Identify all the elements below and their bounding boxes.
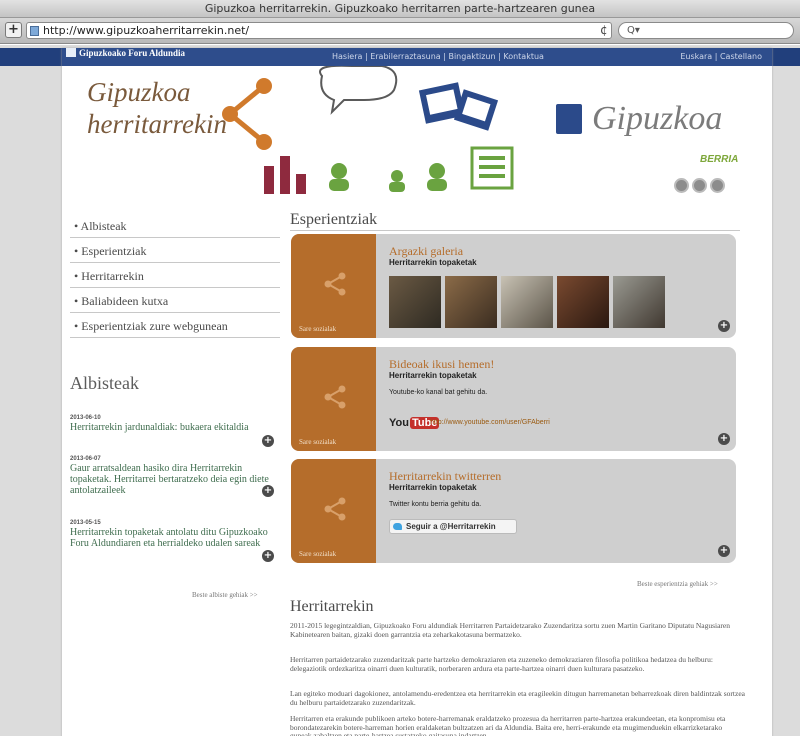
plus-icon[interactable]: + [718, 545, 730, 557]
news-date: 2013-06-10 [70, 415, 101, 421]
news-item[interactable]: 2013-06-10 Herritarrekin jardunaldiak: b… [70, 414, 275, 433]
news-item[interactable]: 2013-05-15 Herritarrekin topaketak antol… [70, 519, 275, 549]
news-date: 2013-05-15 [70, 520, 101, 526]
news-title[interactable]: Herritarrekin topaketak antolatu ditu Gi… [70, 527, 275, 549]
news-heading: Albisteak [70, 373, 139, 393]
card-title[interactable]: Argazki galeria [389, 244, 463, 259]
reload-icon[interactable]: ¢ [600, 22, 608, 39]
share-icon [324, 272, 346, 296]
more-experiences-link[interactable]: Beste esperientzia gehiak >> [637, 580, 718, 588]
more-news-link[interactable]: Beste albiste gehiak >> [192, 591, 258, 599]
web-viewport: Gipuzkoako Foru Aldundia Hasiera | Erabi… [0, 45, 800, 736]
sidebar-item-albisteak[interactable]: • Albisteak [70, 213, 280, 238]
share-panel[interactable]: Sare sozialak [291, 347, 376, 451]
header-illustration [222, 66, 514, 194]
shield-icon [66, 48, 76, 57]
add-bookmark-button[interactable]: + [5, 22, 22, 38]
card-text: Twitter kontu berria gehitu da. [389, 501, 482, 508]
gallery-photo[interactable] [613, 276, 667, 328]
search-field[interactable]: Q▾ [618, 22, 794, 39]
gallery-photo[interactable] [557, 276, 611, 328]
plus-icon[interactable]: + [262, 485, 274, 497]
top-nav[interactable]: Hasiera | Erabilerraztasuna | Bingaktizu… [332, 48, 544, 66]
card-title[interactable]: Bideoak ikusi hemen! [389, 357, 494, 372]
gipuzkoa-logo[interactable]: Gipuzkoa [556, 100, 722, 138]
experience-card[interactable]: Sare sozialak Argazki galeria Herritarre… [291, 234, 736, 338]
plus-icon[interactable]: + [262, 550, 274, 562]
experiences-heading: Esperientziak [290, 211, 378, 228]
sidebar-item-webgunean[interactable]: • Esperientziak zure webgunean [70, 313, 280, 338]
window-title: Gipuzkoa herritarrekin. Gipuzkoako herri… [0, 0, 800, 18]
brand-link[interactable]: Gipuzkoako Foru Aldundia [66, 48, 185, 58]
paragraph: Herritarren eta erakunde publikoen artek… [290, 714, 726, 736]
browser-window: Gipuzkoa herritarrekin. Gipuzkoako herri… [0, 0, 800, 736]
twitter-icon[interactable] [692, 178, 707, 193]
plus-icon[interactable]: + [718, 433, 730, 445]
web-page: Gipuzkoako Foru Aldundia Hasiera | Erabi… [62, 48, 772, 736]
card-subtitle: Herritarrekin topaketak [389, 371, 477, 380]
news-title[interactable]: Gaur arratsaldean hasiko dira Herritarre… [70, 463, 275, 496]
youtube-link[interactable]: http://www.youtube.com/user/GFAberri [430, 419, 550, 426]
news-item[interactable]: 2013-06-07 Gaur arratsaldean hasiko dira… [70, 455, 275, 496]
shield-icon [556, 104, 582, 134]
sidebar-item-herritarrekin[interactable]: • Herritarrekin [70, 263, 280, 288]
share-panel[interactable]: Sare sozialak [291, 234, 376, 338]
browser-toolbar: + http://www.gipuzkoaherritarrekin.net/ … [0, 18, 800, 44]
gallery-photo[interactable] [501, 276, 555, 328]
share-label[interactable]: Sare sozialak [299, 550, 336, 558]
language-switch[interactable]: Euskara | Castellano [680, 48, 762, 66]
sidebar-item-esperientziak[interactable]: • Esperientziak [70, 238, 280, 263]
twitter-bird-icon [393, 523, 402, 530]
address-bar[interactable]: http://www.gipuzkoaherritarrekin.net/ [26, 22, 612, 39]
card-title[interactable]: Herritarrekin twitterren [389, 469, 501, 484]
share-label[interactable]: Sare sozialak [299, 438, 336, 446]
site-logo[interactable]: Gipuzkoa herritarrekin [87, 76, 227, 140]
sidebar-nav: • Albisteak • Esperientziak • Herritarre… [70, 213, 280, 338]
news-title[interactable]: Herritarrekin jardunaldiak: bukaera ekit… [70, 422, 275, 433]
plus-icon[interactable]: + [718, 320, 730, 332]
share-label[interactable]: Sare sozialak [299, 325, 336, 333]
photo-gallery[interactable] [389, 276, 667, 328]
gallery-photo[interactable] [445, 276, 499, 328]
twitter-follow-button[interactable]: Seguir a @Herritarrekin [389, 519, 517, 534]
card-subtitle: Herritarrekin topaketak [389, 258, 477, 267]
experience-card[interactable]: Sare sozialak Bideoak ikusi hemen! Herri… [291, 347, 736, 451]
site-header: Gipuzkoa herritarrekin Gipuzkoa BERRIA [62, 66, 772, 196]
social-links [674, 178, 728, 198]
card-text: Youtube-ko kanal bat gehitu da. [389, 389, 488, 396]
plus-icon[interactable]: + [262, 435, 274, 447]
page-icon [30, 26, 39, 36]
flickr-icon[interactable] [674, 178, 689, 193]
url-text: http://www.gipuzkoaherritarrekin.net/ [43, 24, 250, 37]
paragraph: Herritarren partaidetzarako zuzendaritza… [290, 655, 713, 673]
experience-card[interactable]: Sare sozialak Herritarrekin twitterren H… [291, 459, 736, 563]
paragraph: Lan egiteko moduari dagokionez, antolame… [290, 689, 745, 707]
berria-label: BERRIA [700, 154, 739, 165]
top-bar: Gipuzkoako Foru Aldundia Hasiera | Erabi… [62, 48, 772, 66]
news-date: 2013-06-07 [70, 456, 101, 462]
herritarrekin-heading: Herritarrekin [290, 598, 374, 615]
gallery-photo[interactable] [389, 276, 443, 328]
share-icon [324, 497, 346, 521]
paragraph: 2011-2015 legegintzaldian, Gipuzkoako Fo… [290, 621, 730, 639]
facebook-icon[interactable] [710, 178, 725, 193]
share-panel[interactable]: Sare sozialak [291, 459, 376, 563]
card-subtitle: Herritarrekin topaketak [389, 483, 477, 492]
share-icon [324, 385, 346, 409]
sidebar-item-baliabideen-kutxa[interactable]: • Baliabideen kutxa [70, 288, 280, 313]
